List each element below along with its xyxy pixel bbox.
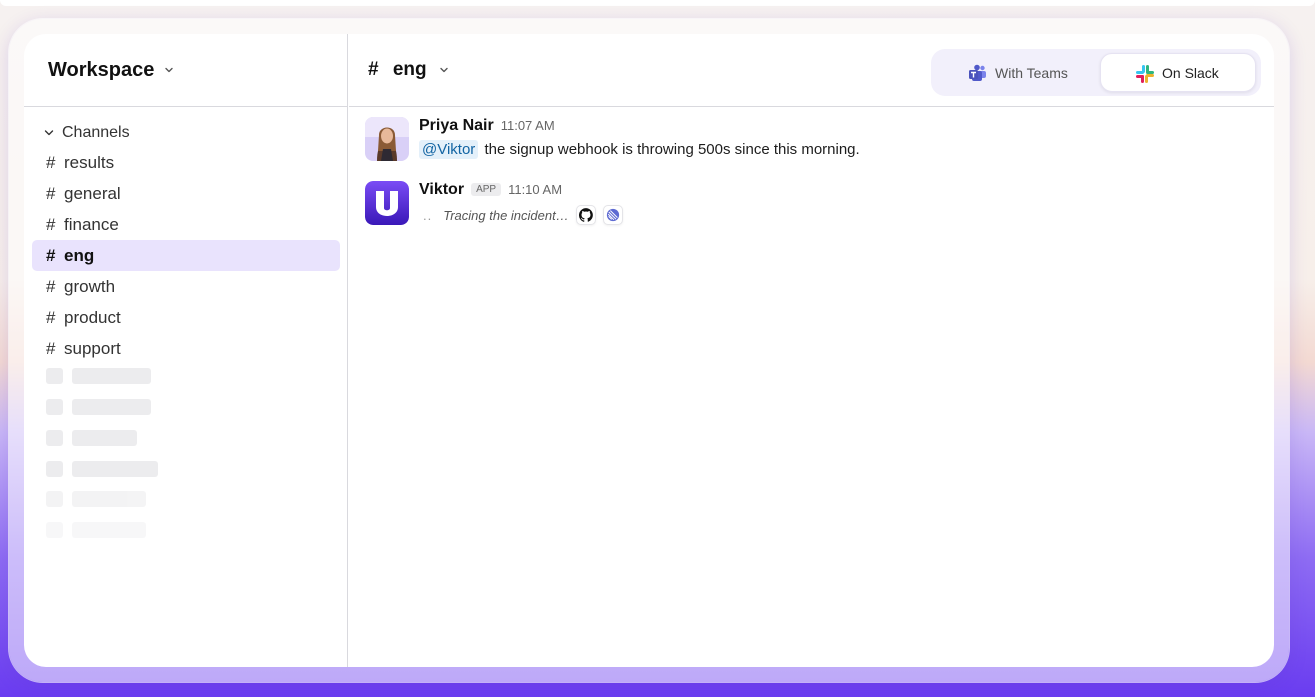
message-author[interactable]: Priya Nair bbox=[419, 117, 494, 134]
message-body: Priya Nair 11:07 AM @Viktor the signup we… bbox=[419, 117, 860, 159]
skeleton-dot bbox=[46, 399, 63, 415]
channel-name: growth bbox=[64, 276, 116, 296]
message-time[interactable]: 11:10 AM bbox=[508, 182, 562, 197]
skeleton-bar bbox=[72, 461, 158, 477]
hash-icon: # bbox=[46, 152, 56, 172]
avatar[interactable] bbox=[365, 117, 409, 161]
chevron-down-icon bbox=[44, 130, 54, 136]
hash-icon: # bbox=[368, 59, 379, 80]
message-time[interactable]: 11:07 AM bbox=[501, 118, 555, 133]
channel-name: results bbox=[64, 152, 115, 172]
channel-title-button[interactable]: # eng bbox=[368, 59, 427, 81]
user-mention[interactable]: @Viktor bbox=[419, 140, 479, 159]
channel-pane: # eng With Teams On Slack Priya Nair 11:… bbox=[349, 34, 1274, 667]
sidebar-channel-finance[interactable]: # finance bbox=[32, 209, 340, 240]
workspace-title: Workspace bbox=[48, 58, 155, 81]
skeleton-row bbox=[46, 522, 146, 538]
channel-title: eng bbox=[392, 59, 427, 80]
sidebar: Workspace Channels # results # general #… bbox=[24, 34, 348, 667]
skeleton-row bbox=[46, 399, 151, 415]
with-teams-button[interactable]: With Teams bbox=[934, 53, 1100, 92]
skeleton-dot bbox=[46, 368, 63, 384]
skeleton-bar bbox=[72, 368, 151, 384]
skeleton-bar bbox=[72, 399, 151, 415]
hash-icon: # bbox=[46, 183, 56, 203]
channel-name: eng bbox=[64, 245, 95, 265]
channel-name: general bbox=[64, 183, 121, 203]
skeleton-dot bbox=[46, 461, 63, 477]
sidebar-channel-eng[interactable]: # eng bbox=[32, 240, 340, 271]
sidebar-channel-general[interactable]: # general bbox=[32, 178, 340, 209]
sidebar-channel-results[interactable]: # results bbox=[32, 147, 340, 178]
channel-name: finance bbox=[64, 214, 119, 234]
skeleton-dot bbox=[46, 491, 63, 507]
github-icon bbox=[575, 205, 596, 225]
on-slack-label: On Slack bbox=[1162, 64, 1219, 81]
workspace-switcher[interactable]: Workspace bbox=[24, 34, 348, 107]
skeleton-bar bbox=[72, 430, 137, 446]
linear-icon bbox=[602, 205, 623, 225]
message-body: Viktor APP 11:10 AM .. Tracing the inciden… bbox=[419, 181, 623, 225]
chat-app-window: Workspace Channels # results # general #… bbox=[24, 34, 1274, 667]
skeleton-row bbox=[46, 461, 158, 477]
hash-icon: # bbox=[46, 276, 56, 296]
chevron-down-icon[interactable] bbox=[439, 65, 449, 75]
skeleton-bar bbox=[72, 491, 146, 507]
platform-toggle: With Teams On Slack bbox=[931, 49, 1261, 96]
message-content: the signup webhook is throwing 500s sinc… bbox=[484, 141, 860, 158]
channels-section-label: Channels bbox=[62, 124, 130, 141]
message-text: @Viktor the signup webhook is throwing 5… bbox=[419, 140, 860, 159]
skeleton-row bbox=[46, 491, 146, 507]
skeleton-row bbox=[46, 430, 137, 446]
chevron-down-icon bbox=[165, 67, 174, 73]
bot-avatar[interactable] bbox=[365, 181, 409, 225]
status-text: Tracing the incident… bbox=[443, 207, 569, 223]
channel-header: # eng With Teams On Slack bbox=[349, 34, 1274, 107]
sidebar-channel-product[interactable]: # product bbox=[32, 302, 340, 333]
channel-list: # results # general # finance # eng # gr… bbox=[24, 147, 348, 364]
hash-icon: # bbox=[46, 338, 56, 358]
skeleton-dot bbox=[46, 522, 63, 538]
browser-top-strip bbox=[0, 0, 1315, 6]
sidebar-channel-growth[interactable]: # growth bbox=[32, 271, 340, 302]
on-slack-button[interactable]: On Slack bbox=[1100, 53, 1256, 92]
channel-name: support bbox=[64, 338, 121, 358]
skeleton-bar bbox=[72, 522, 146, 538]
sidebar-channel-support[interactable]: # support bbox=[32, 333, 340, 364]
channel-name: product bbox=[64, 307, 121, 327]
hash-icon: # bbox=[46, 214, 56, 234]
channels-section-toggle[interactable]: Channels bbox=[44, 124, 130, 142]
skeleton-row bbox=[46, 368, 151, 384]
hash-icon: # bbox=[46, 245, 56, 265]
message-author[interactable]: Viktor bbox=[419, 181, 464, 198]
app-badge: APP bbox=[471, 183, 502, 196]
teams-icon bbox=[969, 64, 986, 81]
slack-icon bbox=[1136, 65, 1154, 83]
skeleton-dot bbox=[46, 430, 63, 446]
hash-icon: # bbox=[46, 307, 56, 327]
bot-status: .. Tracing the incident… bbox=[419, 205, 623, 225]
with-teams-label: With Teams bbox=[995, 64, 1068, 81]
typing-dots: .. bbox=[423, 207, 433, 223]
